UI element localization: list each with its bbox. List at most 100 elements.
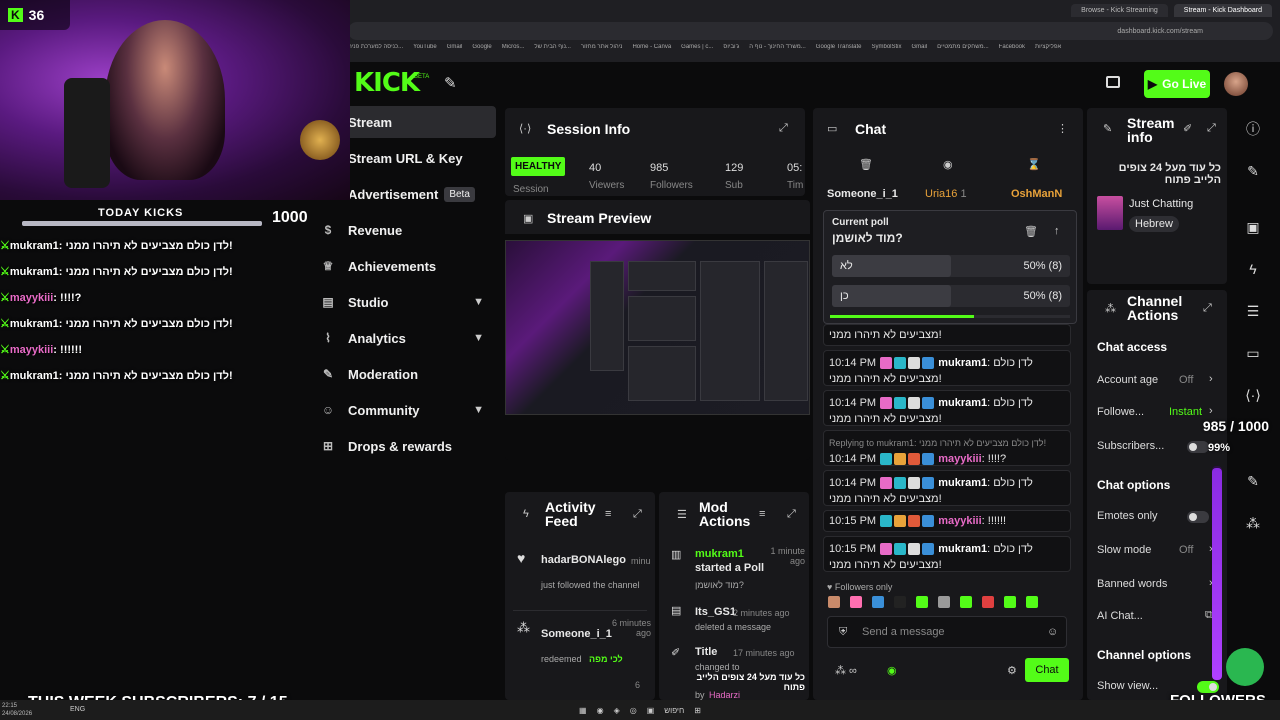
gear-icon[interactable]: ⚙: [1007, 664, 1017, 677]
slow-mode-value[interactable]: Off: [1179, 544, 1193, 556]
filter-icon[interactable]: ≡: [759, 508, 765, 520]
bookmark[interactable]: Google Translate: [816, 44, 862, 58]
go-live-button[interactable]: ▶ Go Live: [1144, 70, 1210, 98]
tab-dashboard[interactable]: Stream - Kick Dashboard: [1173, 3, 1272, 17]
chat-message[interactable]: מצביעים לא תיהרו ממני!: [823, 324, 1071, 346]
bookmark[interactable]: כניסה למערכת פניה...: [348, 44, 403, 58]
emote[interactable]: [828, 596, 840, 608]
emote[interactable]: [872, 596, 884, 608]
emote[interactable]: [850, 596, 862, 608]
more-icon[interactable]: ⋮: [1057, 122, 1068, 135]
emotes-only-toggle[interactable]: [1187, 511, 1209, 523]
emote[interactable]: [960, 596, 972, 608]
chat-message[interactable]: 10:15 PM mayykiii: !!!!!!: [823, 510, 1071, 532]
top-user[interactable]: Uria16 1: [925, 188, 967, 200]
studio-icon[interactable]: [1106, 76, 1120, 88]
pen-icon[interactable]: ✎: [1226, 152, 1280, 190]
bookmark[interactable]: נוף הבית של...: [534, 44, 571, 58]
chat-message[interactable]: 10:14 PM mukram1: לדן כולם מצביעים לא תיה…: [823, 470, 1071, 506]
chat-bubble-icon[interactable]: ◉: [943, 158, 953, 171]
points-icon[interactable]: ⁂ ∞: [835, 664, 857, 677]
sidebar-item-drops[interactable]: ⊞ Drops & rewards: [318, 430, 496, 462]
bookmark[interactable]: Gmail: [912, 44, 928, 58]
address-bar[interactable]: dashboard.kick.com/stream: [348, 22, 1273, 40]
poll-option[interactable]: כן 50% (8): [832, 285, 1070, 307]
sidebar-item-analytics[interactable]: ⌇ Analytics ▼: [318, 322, 496, 354]
taskbar-app-icon[interactable]: ◈: [614, 706, 620, 715]
feed-user[interactable]: Someone_i_1: [541, 628, 612, 640]
sidebar-item-moderation[interactable]: ✎ Moderation: [318, 358, 496, 390]
expand-icon[interactable]: ⤢: [1207, 122, 1216, 135]
mod-user[interactable]: Its_GS1: [695, 606, 736, 618]
emote[interactable]: [938, 596, 950, 608]
bookmark[interactable]: YouTube: [413, 44, 437, 58]
filter-icon[interactable]: ≡: [605, 508, 611, 520]
taskbar-search[interactable]: חיפוש: [664, 706, 684, 715]
mod-user[interactable]: Title: [695, 646, 717, 658]
mod-by-user[interactable]: Hadarzi: [709, 690, 740, 700]
kick-logo[interactable]: KICK: [354, 68, 420, 98]
actions-icon[interactable]: ⁂: [1226, 504, 1280, 542]
chat-message[interactable]: 10:14 PM mukram1: לדן כולם מצביעים לא תיה…: [823, 390, 1071, 426]
expand-icon[interactable]: ⤢: [779, 122, 788, 135]
windows-icon[interactable]: ⊞: [694, 706, 701, 715]
mod-user[interactable]: mukram1: [695, 548, 744, 560]
lightning-icon[interactable]: ϟ: [1226, 250, 1280, 288]
session-icon[interactable]: ⟨·⟩: [1226, 376, 1280, 414]
sidebar-item-community[interactable]: ☺ Community ▼: [318, 394, 496, 426]
category-name[interactable]: Just Chatting: [1129, 198, 1193, 210]
emote[interactable]: [916, 596, 928, 608]
list-icon[interactable]: ☰: [1226, 292, 1280, 330]
taskbar-app-icon[interactable]: ◎: [630, 706, 637, 715]
chat-icon[interactable]: ▭: [1226, 334, 1280, 372]
arrow-up-icon[interactable]: ↑: [1054, 225, 1060, 237]
bookmark[interactable]: Home - Canva: [632, 44, 671, 58]
taskbar-app-icon[interactable]: ▦: [579, 706, 587, 715]
chat-input[interactable]: Send a message: [827, 616, 1067, 648]
stream-preview-video[interactable]: [505, 240, 810, 415]
followers-value[interactable]: Instant: [1169, 406, 1202, 418]
bookmark[interactable]: Facebook: [999, 44, 1025, 58]
emoji-icon[interactable]: ☺: [1047, 626, 1058, 638]
bookmark[interactable]: Gmail: [447, 44, 463, 58]
category-thumbnail[interactable]: [1097, 196, 1123, 230]
hourglass-icon[interactable]: ⌛: [1027, 158, 1041, 171]
trash-icon[interactable]: 🗑: [1024, 225, 1038, 238]
pin-icon[interactable]: ✎: [444, 74, 457, 92]
taskbar-lang[interactable]: ENG: [70, 706, 85, 713]
trash-icon[interactable]: 🗑: [859, 158, 873, 171]
account-age-value[interactable]: Off: [1179, 374, 1193, 386]
chevron-right-icon[interactable]: ›: [1209, 405, 1213, 417]
bookmark[interactable]: אפליקציות: [1035, 44, 1061, 58]
kick-coin-icon[interactable]: ◉: [887, 664, 897, 677]
bookmark[interactable]: ניהול אתר מחזור: [581, 44, 623, 58]
bookmark[interactable]: Google: [472, 44, 491, 58]
language-tag[interactable]: Hebrew: [1129, 216, 1179, 232]
chat-message[interactable]: 10:15 PM mukram1: לדן כולם מצביעים לא תיה…: [823, 536, 1071, 572]
emote[interactable]: [894, 596, 906, 608]
top-user[interactable]: OshManN: [1011, 188, 1062, 200]
poll-option[interactable]: לא 50% (8): [832, 255, 1070, 277]
bookmark[interactable]: Games | c...: [681, 44, 713, 58]
emote[interactable]: [1026, 596, 1038, 608]
feed-user[interactable]: hadarBONAlego: [541, 554, 626, 566]
bookmark[interactable]: ג'וביוס: [723, 44, 739, 58]
top-user[interactable]: Someone_i_1: [827, 188, 898, 200]
expand-icon[interactable]: ⤢: [1203, 302, 1212, 315]
emote[interactable]: [982, 596, 994, 608]
info-icon[interactable]: ⓘ: [1226, 110, 1280, 148]
sidebar-item-revenue[interactable]: $ Revenue: [318, 214, 496, 246]
taskbar-app-icon[interactable]: ▣: [647, 706, 655, 715]
layout-icon[interactable]: ▣: [1226, 208, 1280, 246]
wrench-icon[interactable]: ✎: [1226, 462, 1280, 500]
edit-icon[interactable]: ✐: [1183, 122, 1192, 135]
chat-message[interactable]: Replying to mukram1: לדן כולם מצביעים לא…: [823, 430, 1071, 466]
bookmark[interactable]: SymbolStix: [871, 44, 901, 58]
chat-send-button[interactable]: Chat: [1025, 658, 1069, 682]
expand-icon[interactable]: ⤢: [633, 508, 642, 521]
emote[interactable]: [1004, 596, 1016, 608]
taskbar-app-icon[interactable]: ◉: [597, 706, 604, 715]
tab-browse[interactable]: Browse - Kick Streaming: [1071, 3, 1168, 17]
expand-icon[interactable]: ⤢: [787, 508, 796, 521]
chevron-right-icon[interactable]: ›: [1209, 373, 1213, 385]
